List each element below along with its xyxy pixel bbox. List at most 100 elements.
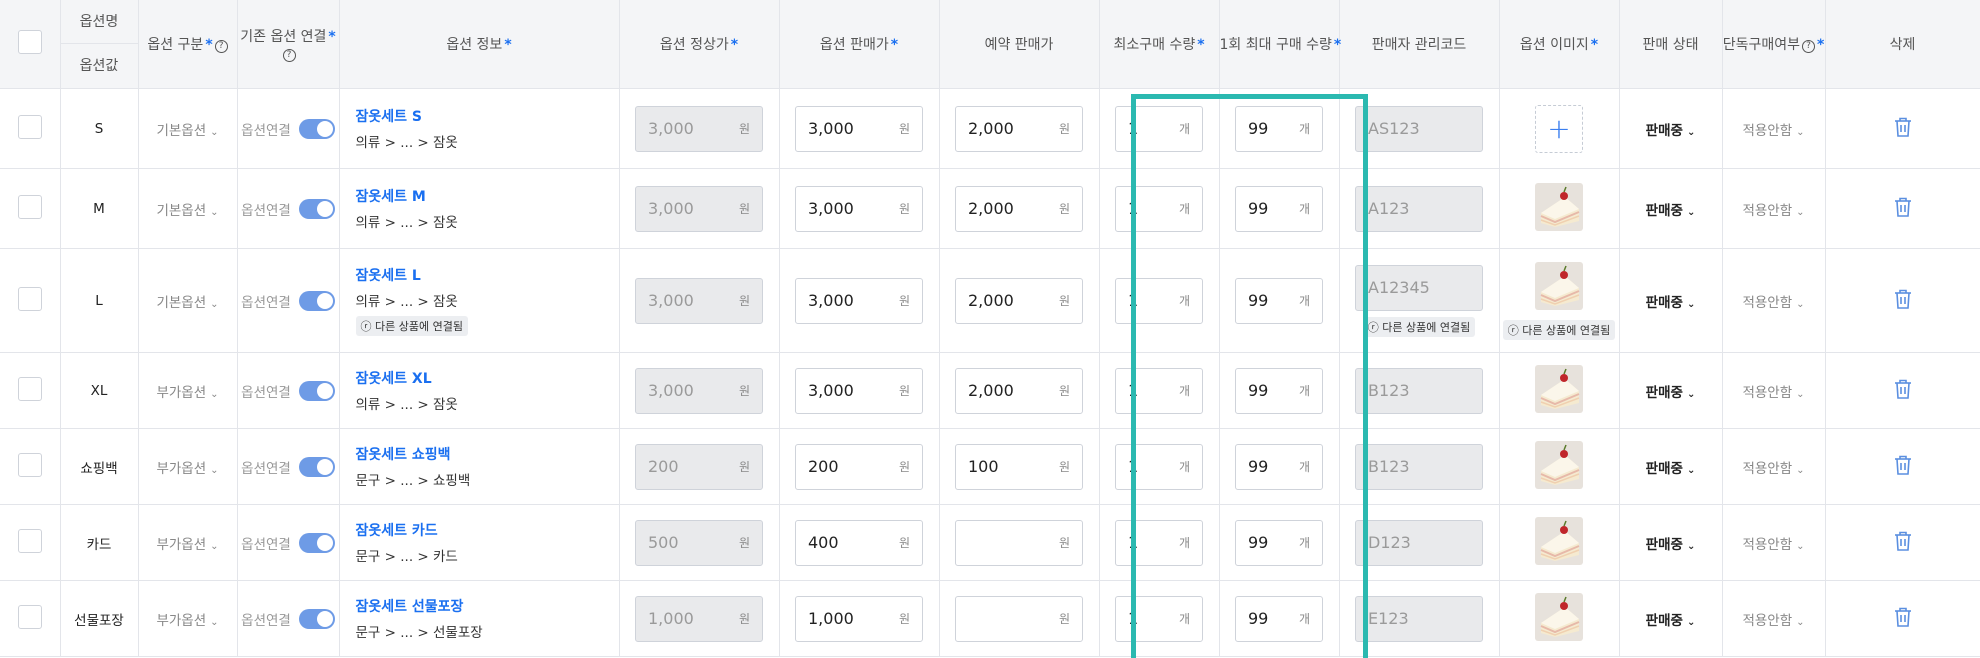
max-qty-input[interactable]: 99 개 bbox=[1235, 105, 1323, 152]
single-purchase-select[interactable]: 적용안함 ⌄ bbox=[1742, 203, 1804, 219]
min-qty-input[interactable]: 1개 bbox=[1115, 443, 1203, 490]
max-qty-input[interactable]: 99 개 bbox=[1235, 277, 1323, 324]
reserve-price-input[interactable]: 2,000 원 bbox=[955, 105, 1083, 152]
reserve-price-input[interactable]: 100 원 bbox=[955, 443, 1083, 490]
row-checkbox[interactable] bbox=[17, 114, 42, 139]
min-qty-input[interactable]: 1개 bbox=[1115, 595, 1203, 642]
sale-price-input[interactable]: 3,000 원 bbox=[795, 185, 923, 232]
reserve-price-input[interactable]: 2,000 원 bbox=[955, 277, 1083, 324]
max-qty-input[interactable]: 99 개 bbox=[1235, 595, 1323, 642]
reserve-price-input[interactable]: 2,000 원 bbox=[955, 367, 1083, 414]
option-link-toggle[interactable] bbox=[298, 380, 335, 401]
option-type-value: 기본옵션 bbox=[156, 122, 207, 139]
row-checkbox[interactable] bbox=[17, 528, 42, 553]
single-purchase-select[interactable]: 적용안함 ⌄ bbox=[1742, 537, 1804, 553]
single-purchase-select[interactable]: 적용안함 ⌄ bbox=[1742, 295, 1804, 311]
sale-status-select[interactable]: 판매중 ⌄ bbox=[1646, 461, 1696, 477]
option-product-name-link[interactable]: 잠옷세트 쇼핑백 bbox=[356, 444, 619, 464]
trash-icon[interactable] bbox=[1893, 454, 1913, 480]
reserve-price-input[interactable]: 원 bbox=[955, 519, 1083, 566]
option-image-thumbnail[interactable] bbox=[1535, 182, 1583, 231]
single-purchase-select[interactable]: 적용안함 ⌄ bbox=[1742, 385, 1804, 401]
option-link-toggle[interactable] bbox=[298, 608, 335, 629]
sale-price-input[interactable]: 400 원 bbox=[795, 519, 923, 566]
sale-price-input[interactable]: 200 원 bbox=[795, 443, 923, 490]
option-type-select[interactable]: 부가옵션 ⌄ bbox=[156, 461, 218, 477]
info-icon[interactable]: ? bbox=[1801, 40, 1815, 53]
sale-price-input[interactable]: 3,000 원 bbox=[795, 367, 923, 414]
option-link-toggle[interactable] bbox=[298, 118, 335, 139]
unit-label: 원 bbox=[898, 536, 910, 550]
option-product-name-link[interactable]: 잠옷세트 카드 bbox=[356, 520, 619, 540]
max-qty-value: 99 bbox=[1248, 381, 1269, 400]
min-qty-input[interactable]: 1개 bbox=[1115, 105, 1203, 152]
table-header-row: 옵션명 옵션값 옵션 구분 *? 기존 옵션 연결 *? 옵션 정보 * 옵션 정상가… bbox=[0, 0, 1980, 89]
min-qty-input[interactable]: 1개 bbox=[1115, 367, 1203, 414]
option-type-select[interactable]: 부가옵션 ⌄ bbox=[156, 385, 218, 401]
sale-status-select[interactable]: 판매중 ⌄ bbox=[1646, 123, 1696, 139]
row-select bbox=[0, 88, 61, 169]
row-checkbox[interactable] bbox=[17, 194, 42, 219]
min-qty-input[interactable]: 1개 bbox=[1115, 277, 1203, 324]
trash-icon[interactable] bbox=[1893, 116, 1913, 142]
reserve-price-cell: 2,000 원 bbox=[939, 248, 1100, 353]
min-qty-input[interactable]: 1개 bbox=[1115, 519, 1203, 566]
reserve-price-input[interactable]: 2,000 원 bbox=[955, 185, 1083, 232]
single-purchase-select[interactable]: 적용안함 ⌄ bbox=[1742, 461, 1804, 477]
trash-icon[interactable] bbox=[1893, 378, 1913, 404]
regular-price-value: 3,000 bbox=[648, 119, 694, 138]
max-qty-input[interactable]: 99 개 bbox=[1235, 367, 1323, 414]
trash-icon[interactable] bbox=[1893, 530, 1913, 556]
option-image-thumbnail[interactable] bbox=[1535, 364, 1583, 413]
option-product-name-link[interactable]: 잠옷세트 XL bbox=[356, 368, 619, 388]
seller-code-field: B123 bbox=[1355, 367, 1483, 414]
option-type-select[interactable]: 기본옵션 ⌄ bbox=[156, 295, 218, 311]
option-image-thumbnail[interactable] bbox=[1535, 440, 1583, 489]
sale-status-select[interactable]: 판매중 ⌄ bbox=[1646, 537, 1696, 553]
sale-price-input[interactable]: 1,000 원 bbox=[795, 595, 923, 642]
max-qty-input[interactable]: 99 개 bbox=[1235, 185, 1323, 232]
option-product-name-link[interactable]: 잠옷세트 M bbox=[356, 186, 619, 206]
option-link-toggle[interactable] bbox=[298, 290, 335, 311]
option-link-label: 옵션연결 bbox=[241, 122, 291, 139]
option-type-select[interactable]: 기본옵션 ⌄ bbox=[156, 123, 218, 139]
option-type-select[interactable]: 기본옵션 ⌄ bbox=[156, 203, 218, 219]
option-product-name-link[interactable]: 잠옷세트 선물포장 bbox=[356, 596, 619, 616]
max-qty-input[interactable]: 99 개 bbox=[1235, 519, 1323, 566]
help-icon[interactable]: ? bbox=[214, 40, 228, 53]
sale-status-select[interactable]: 판매중 ⌄ bbox=[1646, 295, 1696, 311]
option-type-select[interactable]: 부가옵션 ⌄ bbox=[156, 613, 218, 629]
single-purchase-select[interactable]: 적용안함 ⌄ bbox=[1742, 123, 1804, 139]
sale-status-select[interactable]: 판매중 ⌄ bbox=[1646, 203, 1696, 219]
option-link-toggle[interactable] bbox=[298, 198, 335, 219]
option-image-thumbnail[interactable] bbox=[1535, 592, 1583, 641]
trash-icon[interactable] bbox=[1893, 196, 1913, 222]
single-purchase-select[interactable]: 적용안함 ⌄ bbox=[1742, 613, 1804, 629]
option-link-toggle[interactable] bbox=[298, 532, 335, 553]
option-image-thumbnail[interactable] bbox=[1535, 261, 1583, 310]
sale-status-select[interactable]: 판매중 ⌄ bbox=[1646, 613, 1696, 629]
max-qty-input[interactable]: 99 개 bbox=[1235, 443, 1323, 490]
row-checkbox[interactable] bbox=[17, 604, 42, 629]
row-checkbox[interactable] bbox=[17, 286, 42, 311]
sale-status-select[interactable]: 판매중 ⌄ bbox=[1646, 385, 1696, 401]
max-qty-cell: 99 개 bbox=[1219, 248, 1340, 353]
option-type-select[interactable]: 부가옵션 ⌄ bbox=[156, 537, 218, 553]
option-product-name-link[interactable]: 잠옷세트 S bbox=[356, 106, 619, 126]
option-image-thumbnail[interactable] bbox=[1535, 516, 1583, 565]
trash-icon[interactable] bbox=[1893, 288, 1913, 314]
row-checkbox[interactable] bbox=[17, 452, 42, 477]
select-all-checkbox[interactable] bbox=[17, 30, 42, 54]
min-qty-input[interactable]: 1개 bbox=[1115, 185, 1203, 232]
help-icon[interactable]: ? bbox=[282, 49, 296, 62]
option-image-cell bbox=[1499, 352, 1620, 429]
reserve-price-input[interactable]: 원 bbox=[955, 595, 1083, 642]
sale-price-input[interactable]: 3,000 원 bbox=[795, 105, 923, 152]
option-link-toggle[interactable] bbox=[298, 456, 335, 477]
chevron-down-icon: ⌄ bbox=[1796, 540, 1805, 552]
row-checkbox[interactable] bbox=[17, 376, 42, 401]
trash-icon[interactable] bbox=[1893, 606, 1913, 632]
sale-price-input[interactable]: 3,000 원 bbox=[795, 277, 923, 324]
option-product-name-link[interactable]: 잠옷세트 L bbox=[356, 265, 619, 285]
add-image-button[interactable]: + bbox=[1535, 104, 1583, 153]
